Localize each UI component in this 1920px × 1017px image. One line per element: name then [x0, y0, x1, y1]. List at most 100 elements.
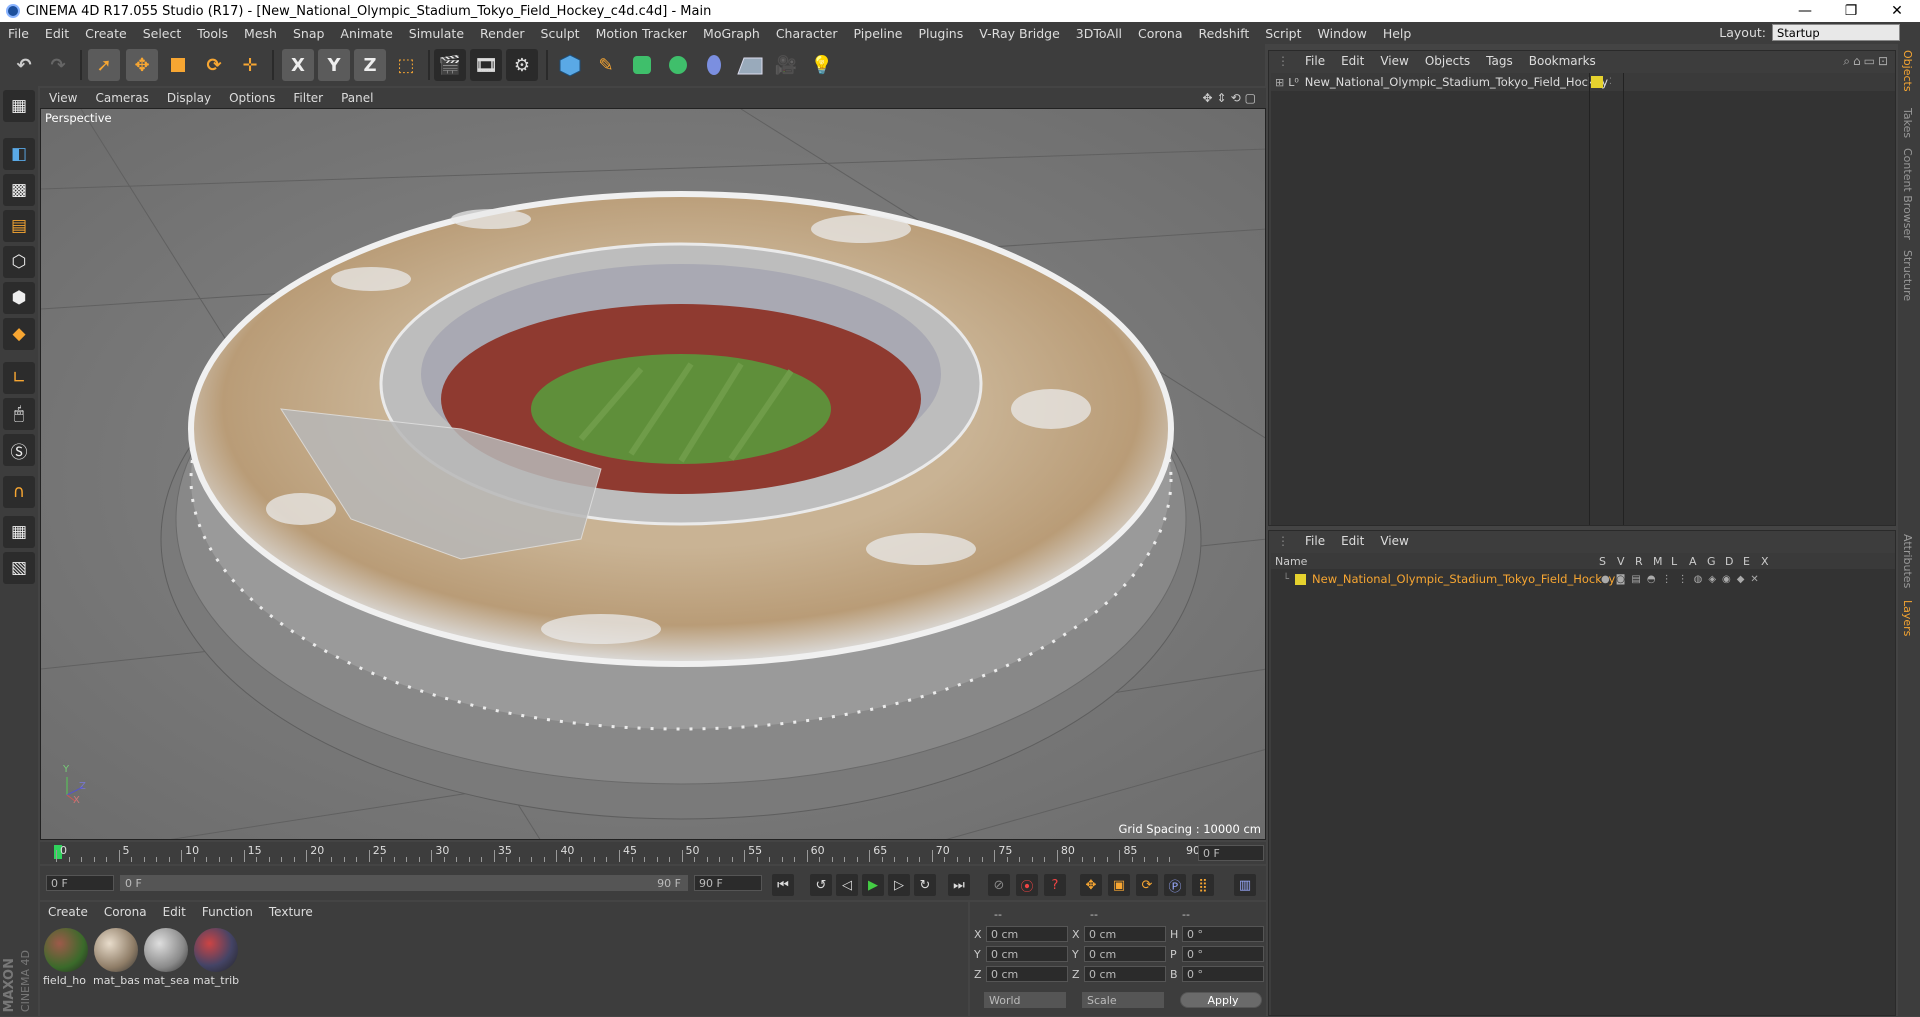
- deformer-icon[interactable]: [698, 49, 730, 81]
- scale-mode-dropdown[interactable]: Scale: [1082, 992, 1164, 1008]
- menu-snap[interactable]: Snap: [285, 26, 332, 41]
- size-y-field[interactable]: 0 cm: [1084, 946, 1166, 962]
- tab-takes[interactable]: Takes: [1901, 108, 1914, 138]
- restore-button[interactable]: ❐: [1828, 0, 1874, 22]
- menu-window[interactable]: Window: [1310, 26, 1375, 41]
- menu-sculpt[interactable]: Sculpt: [533, 26, 588, 41]
- minimize-button[interactable]: —: [1782, 0, 1828, 22]
- menu-mesh[interactable]: Mesh: [236, 26, 285, 41]
- layer-color-tag[interactable]: [1591, 76, 1603, 88]
- visibility-dots-icon[interactable]: ⁚: [1609, 77, 1612, 87]
- menu-help[interactable]: Help: [1375, 26, 1420, 41]
- render-view-icon[interactable]: 🎬: [434, 49, 466, 81]
- workplane-icon[interactable]: ▤: [3, 210, 35, 242]
- layer-toggle-icons[interactable]: ●◙▤◓⋮⋮◍◈◉◆✕: [1601, 574, 1765, 585]
- end-frame-field[interactable]: 90 F: [694, 875, 762, 891]
- coordinate-system-dropdown[interactable]: World: [984, 992, 1066, 1008]
- light-icon[interactable]: 💡: [806, 49, 838, 81]
- make-editable-icon[interactable]: ▦: [3, 90, 35, 122]
- viewport-menu-display[interactable]: Display: [158, 91, 220, 105]
- go-to-start-icon[interactable]: ⏮: [772, 874, 794, 896]
- camera-icon[interactable]: 🎥: [770, 49, 802, 81]
- material-swatch-field-hockey[interactable]: [44, 928, 88, 972]
- menu-create[interactable]: Create: [77, 26, 135, 41]
- menu-file[interactable]: File: [0, 26, 37, 41]
- object-name[interactable]: New_National_Olympic_Stadium_Tokyo_Field…: [1305, 75, 1608, 89]
- timeline-ruler[interactable]: 0 5 10 15 20 25 30 35 40 45 50 55 60 65 70 75 80 85 90 0 F: [40, 842, 1266, 864]
- position-y-field[interactable]: 0 cm: [986, 946, 1068, 962]
- z-axis-lock-button[interactable]: Z: [354, 49, 386, 81]
- coordinate-system-icon[interactable]: ⬚: [390, 49, 422, 81]
- objects-menu-edit[interactable]: Edit: [1333, 54, 1372, 68]
- previous-frame-icon[interactable]: ◁: [836, 874, 858, 896]
- model-mode-icon[interactable]: ◧: [3, 138, 35, 170]
- tab-content-browser[interactable]: Content Browser: [1901, 148, 1914, 240]
- viewport-menu-filter[interactable]: Filter: [284, 91, 332, 105]
- viewport-menu-cameras[interactable]: Cameras: [86, 91, 157, 105]
- key-rotation-icon[interactable]: ⟳: [1136, 874, 1158, 896]
- cloner-icon[interactable]: [662, 49, 694, 81]
- x-axis-lock-button[interactable]: X: [282, 49, 314, 81]
- objects-menu-tags[interactable]: Tags: [1478, 54, 1521, 68]
- axis-mode-icon[interactable]: ∟: [3, 362, 35, 394]
- menu-script[interactable]: Script: [1257, 26, 1309, 41]
- floor-icon[interactable]: [734, 49, 766, 81]
- current-frame-field[interactable]: 0 F: [1198, 845, 1264, 861]
- layer-row[interactable]: └ New_National_Olympic_Stadium_Tokyo_Fie…: [1271, 571, 1895, 587]
- tweak-mode-icon[interactable]: 🖱: [3, 398, 35, 430]
- rotation-p-field[interactable]: 0 °: [1182, 946, 1264, 962]
- subdivision-icon[interactable]: [626, 49, 658, 81]
- key-scale-icon[interactable]: ▣: [1108, 874, 1130, 896]
- menu-edit[interactable]: Edit: [37, 26, 77, 41]
- layer-color-swatch[interactable]: [1295, 573, 1307, 585]
- live-selection-icon[interactable]: ➚: [88, 49, 120, 81]
- layer-list[interactable]: Name S V R M L A G D E X └ New_National_…: [1271, 553, 1895, 1015]
- viewport-nav-icons[interactable]: ✥⇕⟲▢: [1202, 91, 1260, 105]
- go-to-end-icon[interactable]: ⏭: [948, 874, 970, 896]
- material-menu-corona[interactable]: Corona: [96, 905, 155, 919]
- objects-menu-view[interactable]: View: [1372, 54, 1416, 68]
- render-picture-viewer-icon[interactable]: 🎞: [470, 49, 502, 81]
- render-settings-icon[interactable]: ⚙: [506, 49, 538, 81]
- tab-objects[interactable]: Objects: [1901, 50, 1914, 92]
- key-parameter-icon[interactable]: Ⓟ: [1164, 874, 1186, 896]
- search-icon[interactable]: ⌕⌂▭⊡: [1843, 54, 1891, 69]
- timeline-window-icon[interactable]: ▥: [1234, 874, 1256, 896]
- start-frame-field[interactable]: 0 F: [46, 875, 114, 891]
- pen-spline-icon[interactable]: ✎: [590, 49, 622, 81]
- objects-menu-bookmarks[interactable]: Bookmarks: [1521, 54, 1604, 68]
- layer-name[interactable]: New_National_Olympic_Stadium_Tokyo_Field…: [1312, 572, 1615, 586]
- grid-snap-icon[interactable]: ▧: [3, 552, 35, 584]
- y-axis-lock-button[interactable]: Y: [318, 49, 350, 81]
- tab-attributes[interactable]: Attributes: [1901, 534, 1914, 588]
- layers-menu-file[interactable]: File: [1297, 534, 1333, 548]
- rotation-b-field[interactable]: 0 °: [1182, 966, 1264, 982]
- previous-key-icon[interactable]: ↺: [810, 874, 832, 896]
- apply-button[interactable]: Apply: [1180, 992, 1262, 1008]
- frame-ruler[interactable]: 0 5 10 15 20 25 30 35 40 45 50 55 60 65 70 75 80 85 90: [52, 842, 1208, 864]
- move-icon[interactable]: ✥: [126, 49, 158, 81]
- layers-menu-view[interactable]: View: [1372, 534, 1416, 548]
- menu-render[interactable]: Render: [472, 26, 533, 41]
- frame-range-slider[interactable]: 0 F 90 F: [120, 875, 688, 891]
- undo-icon[interactable]: ↶: [8, 49, 40, 81]
- play-icon[interactable]: ▶: [862, 874, 884, 896]
- 3d-viewport[interactable]: Perspective Y Z X Grid Spacing : 10000 c…: [40, 108, 1266, 840]
- menu-character[interactable]: Character: [768, 26, 846, 41]
- position-x-field[interactable]: 0 cm: [986, 926, 1068, 942]
- polygons-mode-icon[interactable]: ◆: [3, 318, 35, 350]
- cube-icon[interactable]: [554, 49, 586, 81]
- layout-dropdown[interactable]: Startup: [1772, 24, 1900, 41]
- viewport-menu-panel[interactable]: Panel: [332, 91, 382, 105]
- record-icon[interactable]: ⦿: [1016, 874, 1038, 896]
- expand-icon[interactable]: ⊞: [1275, 76, 1284, 89]
- menu-redshift[interactable]: Redshift: [1191, 26, 1258, 41]
- viewport-menu-options[interactable]: Options: [220, 91, 284, 105]
- tab-layers[interactable]: Layers: [1901, 600, 1914, 636]
- grid-lock-icon[interactable]: ▦: [3, 516, 35, 548]
- menu-vray-bridge[interactable]: V-Ray Bridge: [971, 26, 1068, 41]
- viewport-menu-view[interactable]: View: [40, 91, 86, 105]
- snap-s-icon[interactable]: Ⓢ: [3, 434, 35, 466]
- menu-simulate[interactable]: Simulate: [401, 26, 472, 41]
- objects-menu-file[interactable]: File: [1297, 54, 1333, 68]
